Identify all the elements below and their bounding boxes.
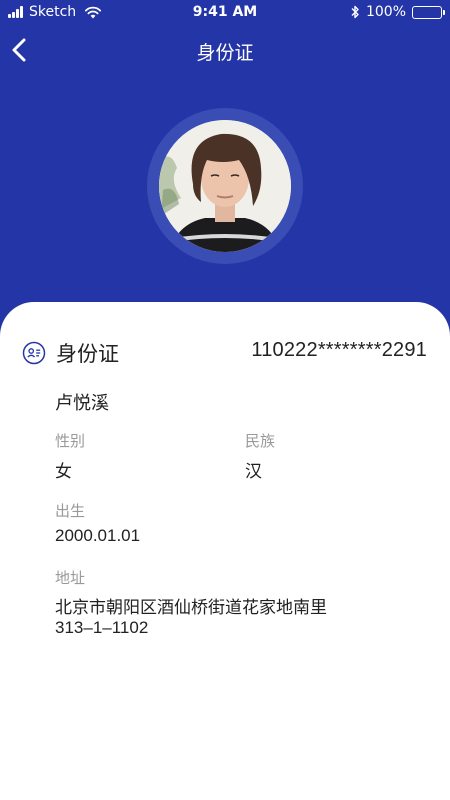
holder-name: 卢悦溪 (55, 393, 109, 414)
address-label: 地址 (55, 569, 86, 587)
page-title: 身份证 (196, 42, 254, 64)
status-right: 100% (350, 4, 445, 20)
ethnicity-value: 汉 (245, 462, 262, 482)
birth-value: 2000.01.01 (55, 526, 141, 545)
address-line-2: 313–1–1102 (55, 618, 149, 637)
portrait-photo (159, 120, 291, 252)
address-line-1: 北京市朝阳区酒仙桥街道花家地南里 (55, 598, 327, 618)
card-header: 身份证 110222********2291 (22, 338, 427, 368)
header-background: Sketch 9:41 AM 100% 身份证 (0, 0, 450, 340)
card-title: 身份证 (56, 342, 119, 366)
gender-value: 女 (55, 462, 72, 482)
avatar-ring (147, 108, 303, 264)
battery-icon (412, 5, 445, 19)
id-card-icon (22, 341, 46, 365)
ethnicity-label: 民族 (245, 432, 276, 450)
id-card-panel: 身份证 110222********2291 卢悦溪 性别 女 民族 汉 出生 … (0, 302, 450, 800)
id-number: 110222********2291 (251, 339, 427, 361)
avatar (159, 120, 291, 252)
status-bar: Sketch 9:41 AM 100% (0, 0, 450, 26)
birth-label: 出生 (55, 502, 86, 520)
nav-bar: 身份证 (0, 26, 450, 74)
gender-label: 性别 (55, 432, 86, 450)
bluetooth-icon (351, 5, 359, 19)
battery-percent: 100% (365, 4, 406, 20)
